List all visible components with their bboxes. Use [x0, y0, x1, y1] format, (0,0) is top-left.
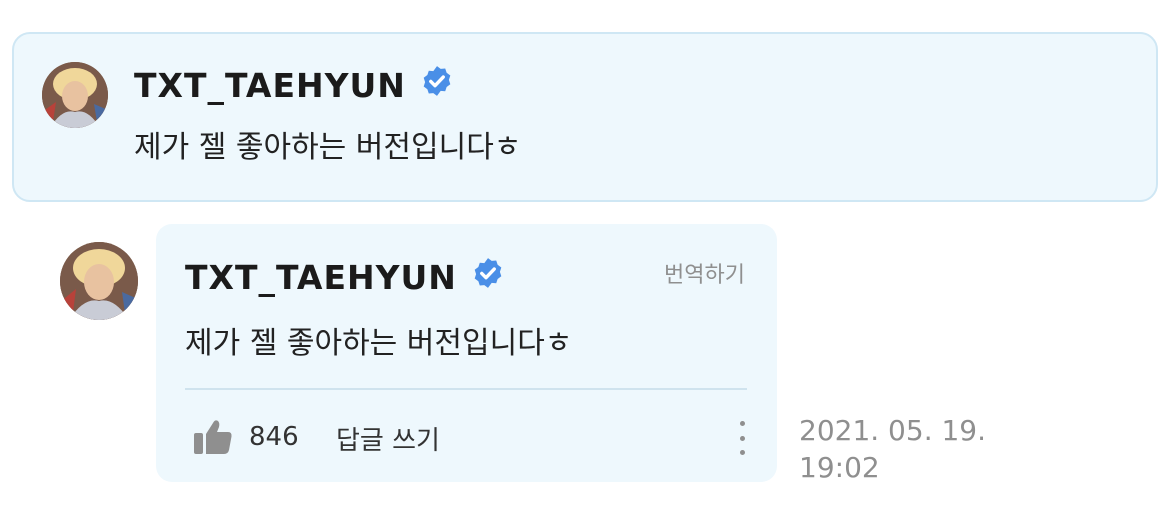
more-vertical-icon[interactable] — [734, 419, 750, 457]
comment-text: 제가 젤 좋아하는 버전입니다ㅎ — [134, 130, 522, 165]
reply-text: 제가 젤 좋아하는 버전입니다ㅎ — [185, 326, 573, 361]
thumbs-up-icon[interactable] — [193, 419, 233, 455]
reply-comment-card: TXT_TAEHYUN 번역하기 제가 젤 좋아하는 버전입니다ㅎ 846 답글… — [156, 224, 777, 482]
timestamp: 2021. 05. 19. 19:02 — [799, 412, 986, 486]
reply-author-avatar[interactable] — [60, 242, 138, 320]
timestamp-time: 19:02 — [799, 451, 880, 484]
timestamp-date: 2021. 05. 19. — [799, 414, 987, 447]
verified-badge-icon — [420, 64, 454, 106]
highlighted-comment-card: TXT_TAEHYUN 제가 젤 좋아하는 버전입니다ㅎ — [12, 32, 1158, 202]
reply-author-name[interactable]: TXT_TAEHYUN — [185, 258, 457, 297]
author-avatar[interactable] — [42, 62, 108, 128]
divider — [185, 388, 747, 390]
author-name[interactable]: TXT_TAEHYUN — [134, 66, 406, 105]
verified-badge-icon — [471, 256, 505, 298]
translate-button[interactable]: 번역하기 — [664, 257, 745, 289]
write-reply-button[interactable]: 답글 쓰기 — [336, 420, 440, 457]
like-count: 846 — [249, 422, 299, 452]
